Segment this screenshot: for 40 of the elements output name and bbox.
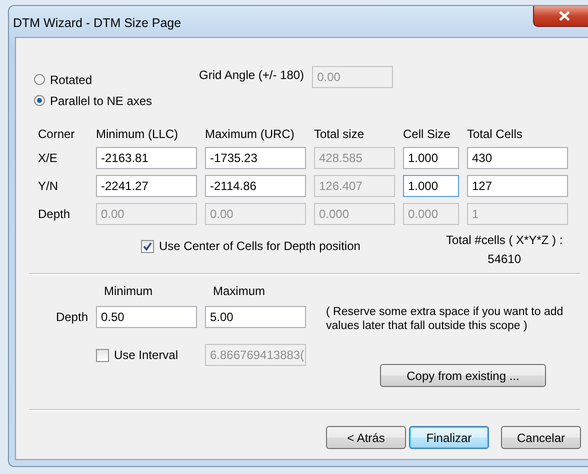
- close-icon: [558, 11, 570, 21]
- column-header: Maximum: [212, 284, 266, 298]
- input-field[interactable]: 0.50: [96, 306, 197, 328]
- radio-label: Parallel to NE axes: [50, 94, 152, 108]
- dialog-button[interactable]: Cancelar: [501, 426, 581, 449]
- total-cells-label: Total #cells ( X*Y*Z ) :: [446, 233, 563, 247]
- dialog-button[interactable]: < Atrás: [326, 426, 406, 449]
- column-header: Minimum: [103, 284, 154, 298]
- copy-button[interactable]: Copy from existing ...: [380, 364, 546, 387]
- column-header: Minimum (LLC): [96, 127, 180, 141]
- row-label: Depth: [38, 207, 72, 221]
- input-field[interactable]: 1.000: [403, 175, 459, 197]
- input-field[interactable]: -2163.81: [96, 147, 197, 169]
- row-label: Y/N: [38, 179, 60, 193]
- checkbox[interactable]: [141, 240, 154, 252]
- input-field[interactable]: 430: [467, 147, 568, 169]
- row-label: X/E: [38, 151, 58, 165]
- radio-button[interactable]: [34, 95, 45, 106]
- column-header: Corner: [38, 127, 76, 141]
- column-header: Maximum (URC): [205, 127, 296, 141]
- radio-button[interactable]: [34, 74, 45, 85]
- dialog-button[interactable]: Finalizar: [409, 426, 489, 449]
- input-field[interactable]: 5.00: [205, 306, 306, 328]
- window-title: DTM Wizard - DTM Size Page: [13, 14, 182, 30]
- input-field[interactable]: -2114.86: [205, 175, 306, 197]
- column-header: Cell Size: [403, 127, 452, 141]
- checkbox-label: Use Interval: [114, 348, 178, 362]
- close-button[interactable]: [533, 6, 588, 27]
- column-header: Total size: [314, 127, 366, 141]
- column-header: Total Cells: [467, 127, 524, 141]
- hint-text: ( Reserve some extra space if you want to add values later that fall outside this scope ): [325, 305, 564, 333]
- input-field[interactable]: 127: [467, 175, 568, 197]
- grid-angle-label: Grid Angle (+/- 180): [199, 68, 304, 82]
- checkbox-label: Use Center of Cells for Depth position: [159, 239, 360, 253]
- row-label: Depth: [54, 310, 88, 324]
- input-field[interactable]: -1735.23: [205, 147, 306, 169]
- radio-label: Rotated: [50, 72, 92, 86]
- total-cells-value: 54610: [488, 252, 522, 266]
- input-field[interactable]: 1.000: [403, 147, 459, 169]
- input-field[interactable]: -2241.27: [96, 175, 197, 197]
